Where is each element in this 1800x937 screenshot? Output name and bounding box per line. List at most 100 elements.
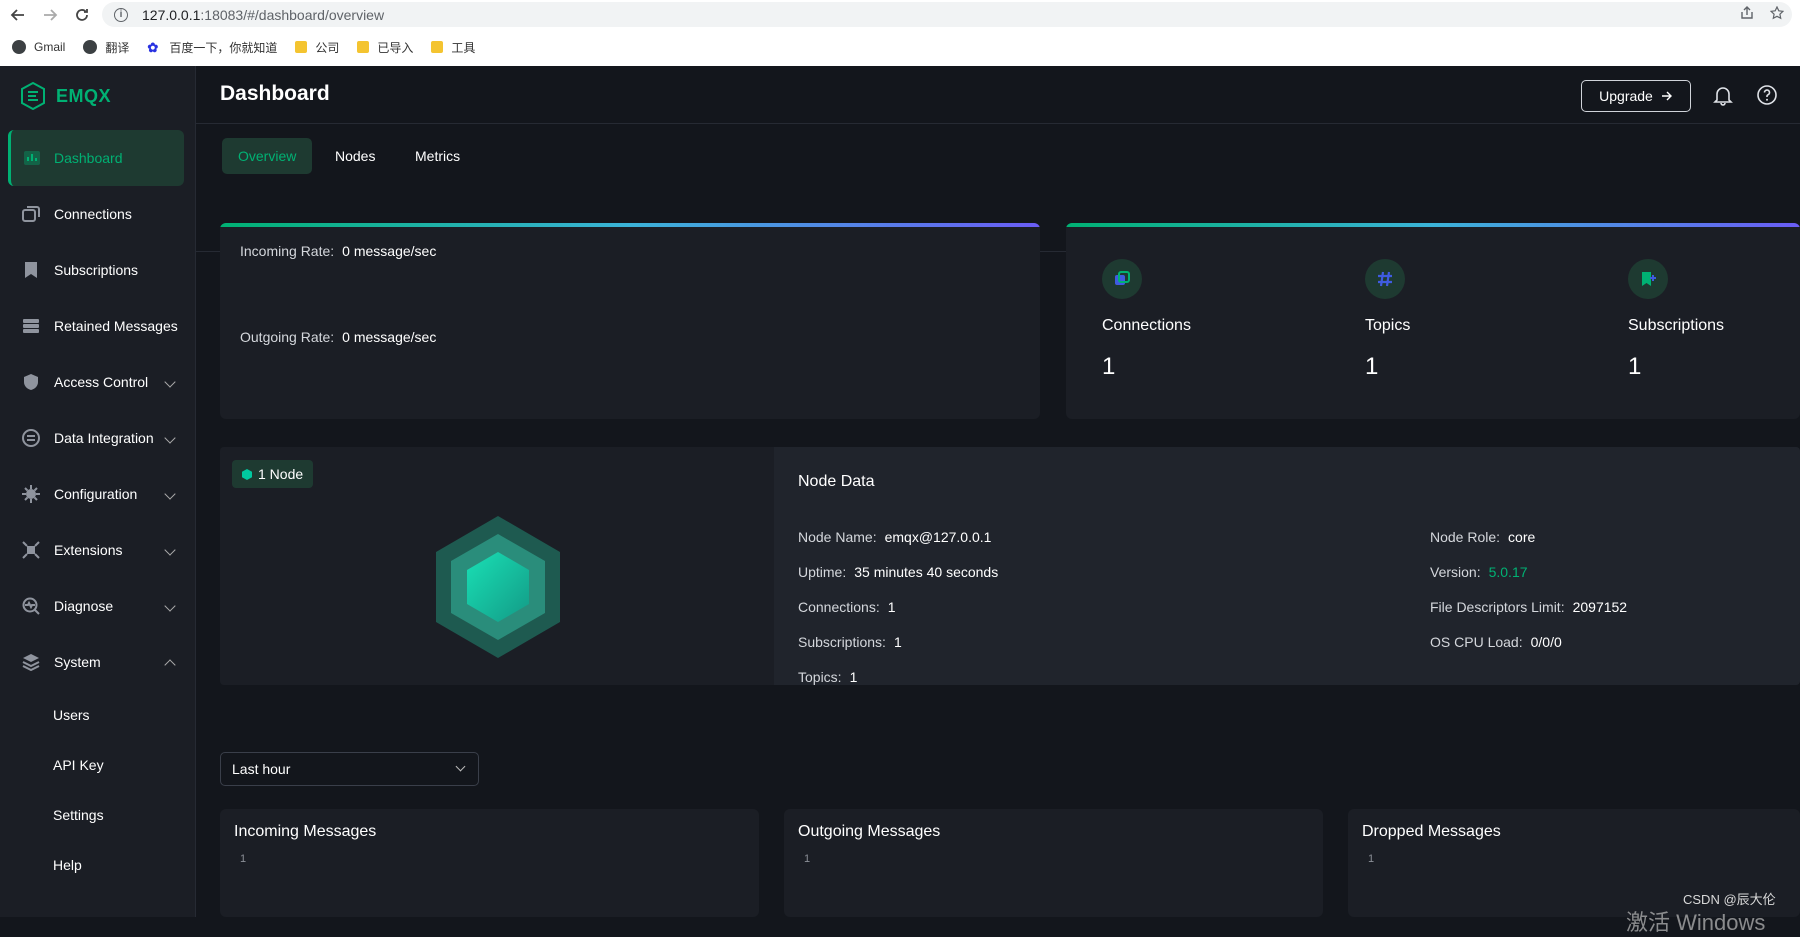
sidebar-item-dashboard[interactable]: Dashboard (8, 130, 184, 186)
chevron-down-icon (164, 544, 176, 556)
address-bar[interactable]: i 127.0.0.1:18083/#/dashboard/overview (102, 2, 1792, 27)
stats-card: Connections 1 Topics 1 Subscriptions 1 (1066, 223, 1800, 419)
upgrade-button[interactable]: Upgrade (1581, 80, 1691, 112)
chevron-down-icon (164, 376, 176, 388)
reload-icon[interactable] (68, 3, 96, 27)
baidu-icon: ✿ (147, 40, 159, 55)
version-row: Version: 5.0.17 (1430, 564, 1528, 580)
rates-card: Incoming Rate: 0 message/sec Outgoing Rat… (220, 223, 1040, 419)
folder-icon (431, 41, 444, 53)
y-axis-tick: 1 (240, 853, 247, 865)
sidebar-item-connections[interactable]: Connections (0, 186, 196, 242)
node-hexagon-icon (242, 468, 252, 480)
tab-overview[interactable]: Overview (222, 138, 313, 174)
sidebar-item-diagnose[interactable]: Diagnose (0, 578, 196, 634)
bookmark-gmail[interactable]: Gmail (12, 40, 65, 54)
node-data-title: Node Data (798, 473, 875, 490)
incoming-messages-card: Incoming Messages 1 (220, 809, 759, 917)
connections-icon (22, 206, 40, 222)
outgoing-messages-title: Outgoing Messages (798, 823, 941, 840)
browser-chrome: i 127.0.0.1:18083/#/dashboard/overview G… (0, 0, 1800, 66)
tab-metrics[interactable]: Metrics (399, 138, 476, 174)
tab-nodes[interactable]: Nodes (319, 138, 391, 174)
time-range-select[interactable]: Last hour (220, 752, 479, 786)
page-title: Dashboard (220, 82, 330, 105)
node-count-badge[interactable]: 1 Node (232, 460, 314, 488)
sidebar-item-extensions[interactable]: Extensions (0, 522, 196, 578)
y-axis-tick: 1 (1368, 853, 1375, 865)
forward-icon[interactable] (36, 3, 64, 27)
bookmark-folder-imported[interactable]: 已导入 (357, 39, 413, 56)
bookmark-baidu[interactable]: ✿ 百度一下，你就知道 (147, 39, 277, 56)
sidebar-item-configuration[interactable]: Configuration (0, 466, 196, 522)
sidebar-subitem-settings[interactable]: Settings (0, 790, 196, 840)
incoming-rate: Incoming Rate: 0 message/sec (240, 243, 437, 259)
star-icon[interactable] (1769, 5, 1785, 23)
connections-stat-icon (1102, 259, 1142, 299)
sidebar-item-data-integration[interactable]: Data Integration (0, 410, 196, 466)
node-role-row: Node Role: core (1430, 529, 1536, 545)
help-icon[interactable] (1756, 84, 1778, 106)
globe-icon (12, 40, 26, 54)
diagnose-icon (22, 597, 40, 615)
y-axis-tick: 1 (804, 853, 811, 865)
bookmark-folder-company[interactable]: 公司 (295, 39, 339, 56)
bell-icon[interactable] (1712, 84, 1734, 106)
globe-icon (83, 40, 98, 54)
dropped-messages-title: Dropped Messages (1362, 823, 1501, 840)
sidebar-menu: Dashboard Connections Subscriptions Reta… (0, 130, 196, 890)
hash-icon (1365, 259, 1405, 299)
url-path: :18083/#/dashboard/overview (200, 6, 385, 23)
chevron-up-icon (164, 659, 176, 671)
sidebar-item-system[interactable]: System (0, 634, 196, 690)
sidebar-item-retained-messages[interactable]: Retained Messages (0, 298, 196, 354)
sidebar-item-subscriptions[interactable]: Subscriptions (0, 242, 196, 298)
incoming-messages-title: Incoming Messages (234, 823, 377, 840)
subscriptions-icon (25, 262, 37, 278)
data-integration-icon (22, 429, 40, 447)
stat-connections: Connections 1 (1102, 259, 1191, 381)
stat-subscriptions: Subscriptions 1 (1628, 259, 1724, 381)
retained-messages-icon (23, 319, 39, 333)
uptime-row: Uptime: 35 minutes 40 seconds (798, 564, 999, 580)
dashboard-icon (24, 151, 40, 165)
subscriptions-stat-icon (1628, 259, 1668, 299)
top-header: Dashboard Upgrade (196, 66, 1800, 124)
node-visual-panel: 1 Node (220, 447, 774, 685)
emqx-app: EMQX Dashboard Connections Subscriptions… (0, 66, 1800, 917)
bookmark-folder-tools[interactable]: 工具 (431, 39, 475, 56)
access-control-icon (24, 374, 38, 390)
sidebar-subitem-users[interactable]: Users (0, 690, 196, 740)
gradient-bar (1066, 223, 1800, 227)
url-host: 127.0.0.1 (142, 6, 201, 23)
sidebar-subitem-help[interactable]: Help (0, 840, 196, 890)
node-hexagon-graphic (436, 516, 560, 658)
system-icon (22, 654, 40, 671)
extensions-icon (22, 541, 40, 559)
chevron-down-icon (164, 488, 176, 500)
folder-icon (357, 41, 370, 53)
chevron-down-icon (455, 761, 466, 772)
outgoing-rate: Outgoing Rate: 0 message/sec (240, 329, 437, 345)
windows-activation-watermark: 激活 Windows (1626, 910, 1766, 935)
node-name-row: Node Name: emqx@127.0.0.1 (798, 529, 992, 545)
bookmarks-bar: Gmail 翻译 ✿ 百度一下，你就知道 公司 已导入 工具 (0, 33, 481, 61)
bookmark-translate[interactable]: 翻译 (83, 39, 129, 56)
sidebar-subitem-api-key[interactable]: API Key (0, 740, 196, 790)
connections-row: Connections: 1 (798, 599, 896, 615)
site-info-icon[interactable]: i (114, 7, 128, 22)
logo[interactable]: EMQX (20, 82, 111, 110)
folder-icon (295, 41, 308, 53)
share-icon[interactable] (1740, 6, 1754, 23)
gradient-bar (220, 223, 1040, 227)
node-card: 1 Node Node Data Node Name: emqx@127.0.0.… (220, 447, 1800, 685)
stat-topics: Topics 1 (1365, 259, 1410, 381)
brand-name: EMQX (56, 85, 112, 106)
back-icon[interactable] (4, 3, 32, 27)
arrow-right-icon (1661, 91, 1672, 101)
emqx-logo-icon (21, 82, 45, 110)
sidebar-item-access-control[interactable]: Access Control (0, 354, 196, 410)
os-cpu-load-row: OS CPU Load: 0/0/0 (1430, 634, 1562, 650)
node-data-panel: Node Data Node Name: emqx@127.0.0.1 Uptim… (774, 447, 1800, 685)
file-descriptors-row: File Descriptors Limit: 2097152 (1430, 599, 1628, 615)
